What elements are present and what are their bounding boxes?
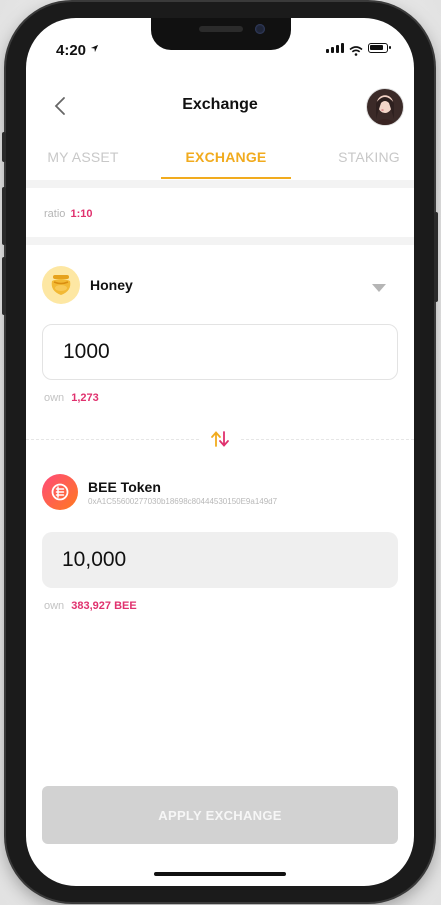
own-value: 383,927 BEE (71, 600, 137, 612)
avatar[interactable] (366, 88, 404, 126)
phone-frame: 4:20 Exchange MY ASSET EXCHANGE STAKING … (2, 2, 438, 902)
swap-button[interactable] (200, 426, 240, 452)
volume-down-button (2, 257, 6, 315)
dropdown-caret-icon[interactable] (372, 279, 386, 297)
to-token-row: BEE Token 0xA1C55600277030b18698c8044453… (42, 472, 398, 512)
swap-arrows-icon (211, 431, 229, 447)
to-amount-field: 10,000 (42, 532, 398, 588)
tab-my-asset[interactable]: MY ASSET (26, 143, 148, 179)
location-arrow-icon (90, 44, 99, 56)
own-label: own (44, 600, 65, 612)
page-title: Exchange (182, 96, 258, 113)
status-icons (326, 43, 391, 56)
section-separator (26, 180, 414, 188)
section-separator (26, 237, 414, 245)
from-own-balance: own 1,273 (44, 392, 99, 404)
from-token-name: Honey (90, 277, 133, 293)
from-amount-input[interactable]: 1000 (42, 324, 398, 380)
status-bar: 4:20 (26, 36, 414, 59)
exchange-ratio: ratio 1:10 (44, 208, 93, 220)
volume-up-button (2, 187, 6, 245)
home-indicator (154, 872, 286, 876)
speaker (199, 26, 243, 32)
honey-pot-icon (42, 266, 80, 304)
from-token-selector[interactable]: Honey (42, 265, 398, 305)
ratio-value: 1:10 (70, 208, 93, 220)
tab-staking[interactable]: STAKING (304, 143, 414, 179)
to-own-balance: own 383,927 BEE (44, 600, 137, 612)
tab-bar: MY ASSET EXCHANGE STAKING (26, 143, 414, 179)
user-photo (373, 97, 397, 125)
to-token-name: BEE Token (88, 478, 161, 495)
own-value: 1,273 (71, 392, 99, 404)
battery-icon (368, 43, 391, 53)
ratio-label: ratio (44, 208, 66, 220)
bee-token-icon (42, 474, 78, 510)
status-time: 4:20 (56, 42, 87, 59)
front-camera (255, 24, 265, 34)
tab-exchange[interactable]: EXCHANGE (161, 143, 291, 179)
apply-exchange-button[interactable]: APPLY EXCHANGE (42, 786, 398, 844)
app-header: Exchange (26, 88, 414, 128)
to-token-address: 0xA1C55600277030b18698c80444530150E9a149… (88, 496, 278, 506)
power-button (434, 212, 438, 302)
app-screen: 4:20 Exchange MY ASSET EXCHANGE STAKING … (26, 18, 414, 886)
wifi-icon (349, 43, 363, 56)
signal-icon (326, 43, 344, 53)
own-label: own (44, 392, 65, 404)
mute-switch (2, 132, 6, 162)
